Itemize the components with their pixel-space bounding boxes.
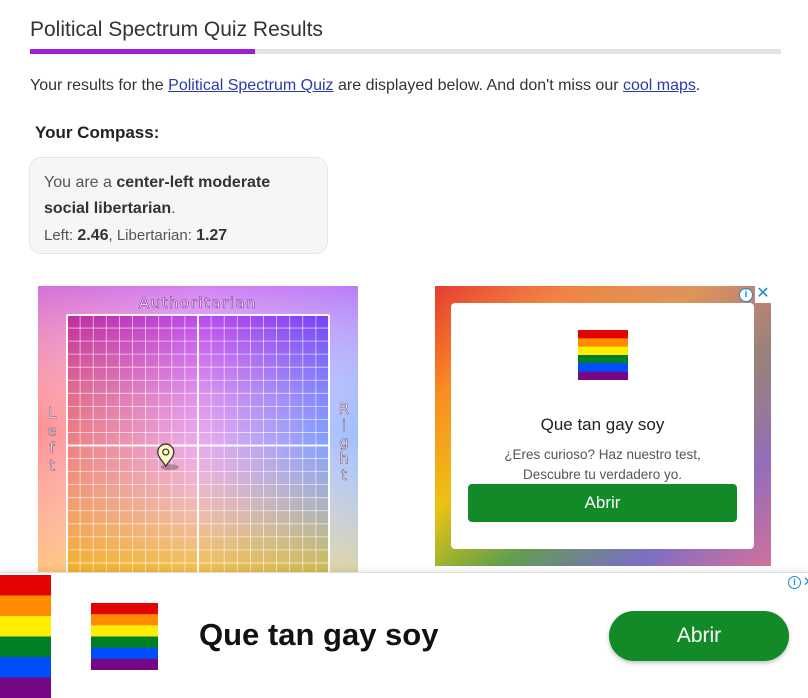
title-underline: [30, 49, 781, 54]
intro-suffix: .: [696, 77, 700, 94]
result-ideology-part2: social libertarian: [44, 200, 171, 217]
rainbow-strip-image: [0, 575, 51, 698]
flag-stripe: [578, 372, 628, 380]
libertarian-score-value: 1.27: [196, 227, 227, 244]
compass-top-label: Authoritarian: [139, 294, 257, 312]
flag-stripe: [91, 659, 158, 670]
result-prefix: You are a: [44, 174, 116, 191]
flag-stripe: [578, 330, 628, 339]
rainbow-flag-icon: [91, 603, 158, 670]
libertarian-score-label: Libertarian:: [117, 227, 196, 244]
ad-description-line1: ¿Eres curioso? Haz nuestro test,: [504, 447, 701, 462]
flag-stripe: [578, 347, 628, 356]
compass-side-label-letter: h: [339, 450, 349, 468]
ad-bottom-title: Que tan gay soy: [199, 617, 438, 653]
ad-bottom-close-icon[interactable]: ✕: [803, 574, 808, 590]
compass-heading: Your Compass:: [35, 123, 159, 143]
ad-description: ¿Eres curioso? Haz nuestro test, Descubre…: [451, 445, 754, 485]
quiz-link[interactable]: Political Spectrum Quiz: [168, 77, 333, 94]
compass-side-label-letter: t: [49, 457, 55, 475]
compass-side-label-letter: g: [339, 433, 349, 451]
ad-banner-bottom[interactable]: Que tan gay soy Abrir i ✕: [0, 572, 808, 698]
flag-stripe: [0, 596, 51, 617]
intro-prefix: Your results for the: [30, 77, 168, 94]
result-description: You are a center-left moderate social lib…: [44, 170, 313, 222]
compass-side-label-letter: f: [49, 439, 55, 457]
result-scores: Left: 2.46, Libertarian: 1.27: [44, 225, 313, 247]
flag-stripe: [578, 355, 628, 364]
left-score-value: 2.46: [77, 227, 108, 244]
ad-close-icon[interactable]: ✕: [755, 286, 771, 303]
title-underline-accent: [30, 49, 255, 54]
page-title: Political Spectrum Quiz Results: [30, 18, 323, 42]
flag-stripe: [578, 338, 628, 347]
flag-stripe: [91, 637, 158, 649]
flag-stripe: [0, 678, 51, 698]
ad-open-button[interactable]: Abrir: [468, 484, 737, 522]
flag-stripe: [0, 616, 51, 637]
flag-stripe: [91, 603, 158, 615]
flag-stripe: [91, 625, 158, 637]
political-compass-chart: Authoritarian Left Right: [38, 286, 358, 576]
ad-banner-top[interactable]: Que tan gay soy ¿Eres curioso? Haz nuest…: [435, 286, 771, 566]
ad-title: Que tan gay soy: [451, 415, 754, 435]
flag-stripe: [91, 648, 158, 660]
cool-maps-link[interactable]: cool maps: [623, 77, 696, 94]
left-score-label: Left:: [44, 227, 77, 244]
rainbow-flag-icon: [578, 330, 628, 380]
ad-bottom-info-icon[interactable]: i: [788, 576, 801, 589]
intro-middle: are displayed below. And don't miss our: [334, 77, 623, 94]
compass-side-label-letter: R: [339, 400, 349, 418]
compass-side-label-letter: i: [342, 417, 346, 435]
compass-side-label-letter: e: [47, 422, 56, 440]
ad-card: Que tan gay soy ¿Eres curioso? Haz nuest…: [451, 303, 754, 549]
result-ideology-part1: center-left moderate: [116, 174, 270, 191]
result-summary-box: You are a center-left moderate social lib…: [29, 157, 328, 254]
flag-stripe: [578, 363, 628, 372]
flag-stripe: [91, 614, 158, 626]
flag-stripe: [0, 575, 51, 596]
ad-bottom-open-button[interactable]: Abrir: [609, 611, 789, 661]
intro-text: Your results for the Political Spectrum …: [30, 77, 700, 95]
compass-side-label-letter: L: [48, 404, 57, 422]
result-suffix: .: [171, 200, 175, 217]
ad-description-line2: Descubre tu verdadero yo.: [523, 467, 682, 482]
compass-grid-lines: [67, 315, 329, 576]
ad-info-icon[interactable]: i: [739, 288, 753, 302]
compass-side-label-letter: t: [341, 466, 347, 484]
flag-stripe: [0, 657, 51, 678]
flag-stripe: [0, 637, 51, 658]
score-separator: ,: [109, 227, 117, 244]
